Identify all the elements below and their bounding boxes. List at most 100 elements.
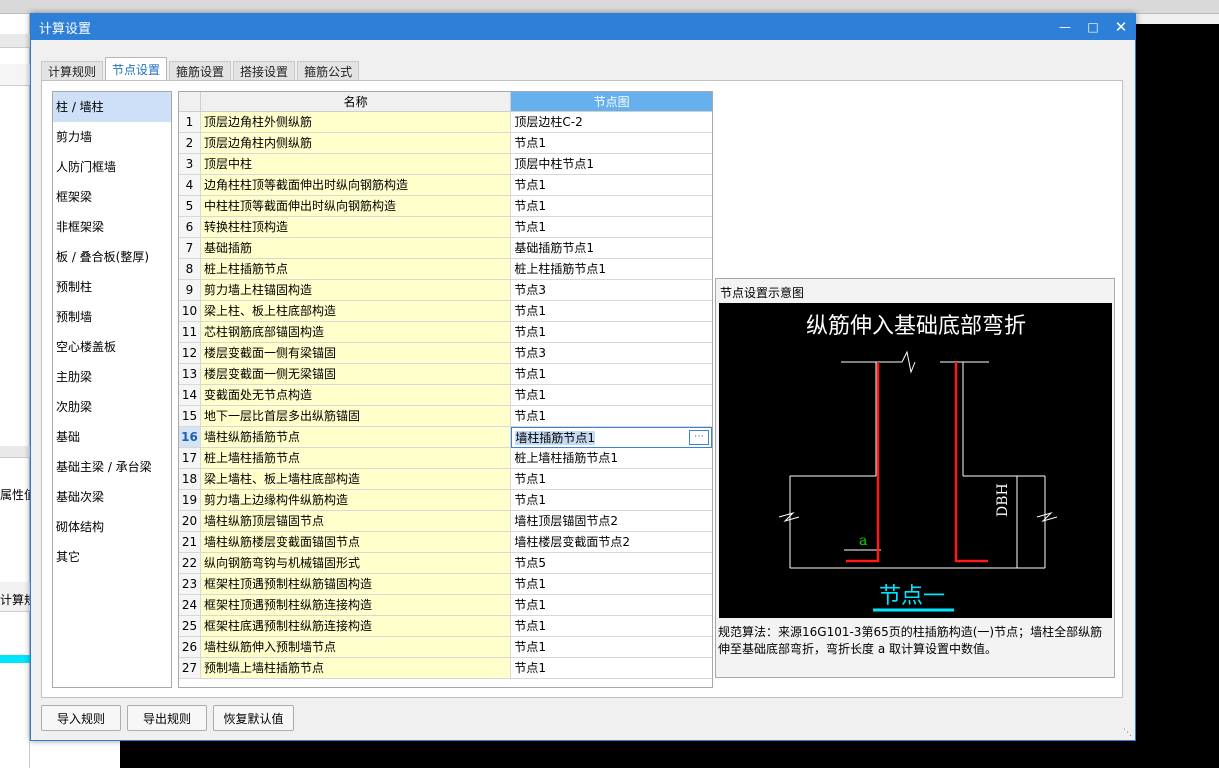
- minimize-icon[interactable]: —: [1051, 14, 1079, 40]
- row-node-cell[interactable]: 节点1: [511, 364, 712, 385]
- row-node-cell[interactable]: 节点1: [511, 217, 712, 238]
- category-item[interactable]: 主肋梁: [53, 362, 171, 392]
- table-row[interactable]: 5 中柱柱顶等截面伸出时纵向钢筋构造 节点1: [179, 196, 712, 217]
- node-cell-editor-text[interactable]: 墙柱插筋节点1: [515, 431, 596, 445]
- row-node-cell[interactable]: 节点1: [511, 616, 712, 637]
- row-name-cell[interactable]: 墙柱纵筋插筋节点: [200, 427, 512, 448]
- table-row[interactable]: 21 墙柱纵筋楼层变截面锚固节点 墙柱楼层变截面节点2: [179, 532, 712, 553]
- table-row[interactable]: 25 框架柱底遇预制柱纵筋连接构造 节点1: [179, 616, 712, 637]
- table-row[interactable]: 1 顶层边角柱外侧纵筋 顶层边柱C-2: [179, 112, 712, 133]
- table-row[interactable]: 3 顶层中柱 顶层中柱节点1: [179, 154, 712, 175]
- row-node-cell[interactable]: 墙柱楼层变截面节点2: [511, 532, 712, 553]
- category-item[interactable]: 预制墙: [53, 302, 171, 332]
- row-name-cell[interactable]: 剪力墙上柱锚固构造: [200, 280, 512, 301]
- table-row[interactable]: 15 地下一层比首层多出纵筋锚固 节点1: [179, 406, 712, 427]
- dialog-titlebar[interactable]: 计算设置 — □ ✕: [31, 14, 1135, 40]
- row-node-cell[interactable]: 节点1: [511, 196, 712, 217]
- row-name-cell[interactable]: 地下一层比首层多出纵筋锚固: [200, 406, 512, 427]
- row-node-cell[interactable]: 顶层边柱C-2: [511, 112, 712, 133]
- row-name-cell[interactable]: 芯柱钢筋底部锚固构造: [200, 322, 512, 343]
- category-item[interactable]: 板 / 叠合板(整厚): [53, 242, 171, 272]
- category-item[interactable]: 柱 / 墙柱: [53, 92, 171, 122]
- tab-stirrup-formula[interactable]: 箍筋公式: [297, 61, 360, 81]
- close-icon[interactable]: ✕: [1107, 14, 1135, 40]
- table-row[interactable]: 14 变截面处无节点构造 节点1: [179, 385, 712, 406]
- row-name-cell[interactable]: 桩上柱插筋节点: [200, 259, 512, 280]
- category-item[interactable]: 砌体结构: [53, 512, 171, 542]
- table-row[interactable]: 22 纵向钢筋弯钩与机械锚固形式 节点5: [179, 553, 712, 574]
- row-node-cell[interactable]: 节点1: [511, 469, 712, 490]
- category-item[interactable]: 非框架梁: [53, 212, 171, 242]
- row-node-cell[interactable]: 节点1: [511, 133, 712, 154]
- table-row[interactable]: 27 预制墙上墙柱插筋节点 节点1: [179, 658, 712, 679]
- tab-calc-rules[interactable]: 计算规则: [41, 61, 104, 81]
- table-row[interactable]: 13 楼层变截面一侧无梁锚固 节点1: [179, 364, 712, 385]
- row-name-cell[interactable]: 桩上墙柱插筋节点: [200, 448, 512, 469]
- row-node-cell[interactable]: 节点1: [511, 385, 712, 406]
- table-row[interactable]: 20 墙柱纵筋顶层锚固节点 墙柱顶层锚固节点2: [179, 511, 712, 532]
- table-row[interactable]: 2 顶层边角柱内侧纵筋 节点1: [179, 133, 712, 154]
- category-item[interactable]: 预制柱: [53, 272, 171, 302]
- category-item[interactable]: 空心楼盖板: [53, 332, 171, 362]
- row-name-cell[interactable]: 梁上墙柱、板上墙柱底部构造: [200, 469, 512, 490]
- row-node-cell[interactable]: 桩上柱插筋节点1: [511, 259, 712, 280]
- category-item[interactable]: 基础主梁 / 承台梁: [53, 452, 171, 482]
- row-name-cell[interactable]: 中柱柱顶等截面伸出时纵向钢筋构造: [200, 196, 512, 217]
- resize-grip-icon[interactable]: ⋱: [1123, 728, 1133, 738]
- table-row[interactable]: 10 梁上柱、板上柱底部构造 节点1: [179, 301, 712, 322]
- category-item[interactable]: 人防门框墙: [53, 152, 171, 182]
- table-row[interactable]: 8 桩上柱插筋节点 桩上柱插筋节点1: [179, 259, 712, 280]
- row-name-cell[interactable]: 梁上柱、板上柱底部构造: [200, 301, 512, 322]
- category-item[interactable]: 基础次梁: [53, 482, 171, 512]
- row-name-cell[interactable]: 墙柱纵筋顶层锚固节点: [200, 511, 512, 532]
- row-name-cell[interactable]: 纵向钢筋弯钩与机械锚固形式: [200, 553, 512, 574]
- row-node-cell[interactable]: 节点3: [511, 280, 712, 301]
- row-name-cell[interactable]: 顶层边角柱外侧纵筋: [200, 112, 512, 133]
- table-row[interactable]: 12 楼层变截面一侧有梁锚固 节点3: [179, 343, 712, 364]
- row-name-cell[interactable]: 顶层边角柱内侧纵筋: [200, 133, 512, 154]
- table-row[interactable]: 24 框架柱顶遇预制柱纵筋连接构造 节点1: [179, 595, 712, 616]
- row-node-cell[interactable]: 节点1: [511, 574, 712, 595]
- row-name-cell[interactable]: 边角柱柱顶等截面伸出时纵向钢筋构造: [200, 175, 512, 196]
- row-node-cell[interactable]: 节点1: [511, 658, 712, 679]
- table-row[interactable]: 19 剪力墙上边缘构件纵筋构造 节点1: [179, 490, 712, 511]
- tab-stirrup-settings[interactable]: 箍筋设置: [169, 61, 232, 81]
- table-row[interactable]: 11 芯柱钢筋底部锚固构造 节点1: [179, 322, 712, 343]
- row-name-cell[interactable]: 基础插筋: [200, 238, 512, 259]
- row-node-cell[interactable]: 墙柱插筋节点1 ⋯: [511, 427, 712, 448]
- table-row[interactable]: 18 梁上墙柱、板上墙柱底部构造 节点1: [179, 469, 712, 490]
- tab-node-settings[interactable]: 节点设置: [105, 57, 168, 81]
- row-name-cell[interactable]: 变截面处无节点构造: [200, 385, 512, 406]
- table-row[interactable]: 4 边角柱柱顶等截面伸出时纵向钢筋构造 节点1: [179, 175, 712, 196]
- row-node-cell[interactable]: 桩上墙柱插筋节点1: [511, 448, 712, 469]
- export-rules-button[interactable]: 导出规则: [127, 705, 207, 731]
- row-node-cell[interactable]: 节点1: [511, 301, 712, 322]
- row-name-cell[interactable]: 框架柱底遇预制柱纵筋连接构造: [200, 616, 512, 637]
- row-node-cell[interactable]: 节点1: [511, 175, 712, 196]
- restore-defaults-button[interactable]: 恢复默认值: [213, 705, 294, 731]
- row-node-cell[interactable]: 节点1: [511, 322, 712, 343]
- table-row[interactable]: 17 桩上墙柱插筋节点 桩上墙柱插筋节点1: [179, 448, 712, 469]
- table-row[interactable]: 23 框架柱顶遇预制柱纵筋锚固构造 节点1: [179, 574, 712, 595]
- table-row[interactable]: 7 基础插筋 基础插筋节点1: [179, 238, 712, 259]
- import-rules-button[interactable]: 导入规则: [41, 705, 121, 731]
- table-row[interactable]: 26 墙柱纵筋伸入预制墙节点 节点1: [179, 637, 712, 658]
- row-node-cell[interactable]: 顶层中柱节点1: [511, 154, 712, 175]
- maximize-icon[interactable]: □: [1079, 14, 1107, 40]
- row-name-cell[interactable]: 楼层变截面一侧有梁锚固: [200, 343, 512, 364]
- table-row[interactable]: 16 墙柱纵筋插筋节点 墙柱插筋节点1 ⋯: [179, 427, 712, 448]
- row-name-cell[interactable]: 转换柱柱顶构造: [200, 217, 512, 238]
- category-item[interactable]: 次肋梁: [53, 392, 171, 422]
- category-item[interactable]: 基础: [53, 422, 171, 452]
- row-name-cell[interactable]: 顶层中柱: [200, 154, 512, 175]
- row-node-cell[interactable]: 墙柱顶层锚固节点2: [511, 511, 712, 532]
- table-row[interactable]: 9 剪力墙上柱锚固构造 节点3: [179, 280, 712, 301]
- row-name-cell[interactable]: 墙柱纵筋伸入预制墙节点: [200, 637, 512, 658]
- row-name-cell[interactable]: 预制墙上墙柱插筋节点: [200, 658, 512, 679]
- row-node-cell[interactable]: 节点5: [511, 553, 712, 574]
- row-name-cell[interactable]: 楼层变截面一侧无梁锚固: [200, 364, 512, 385]
- category-item[interactable]: 其它: [53, 542, 171, 572]
- column-header-name[interactable]: 名称: [200, 92, 512, 112]
- row-node-cell[interactable]: 基础插筋节点1: [511, 238, 712, 259]
- row-node-cell[interactable]: 节点1: [511, 490, 712, 511]
